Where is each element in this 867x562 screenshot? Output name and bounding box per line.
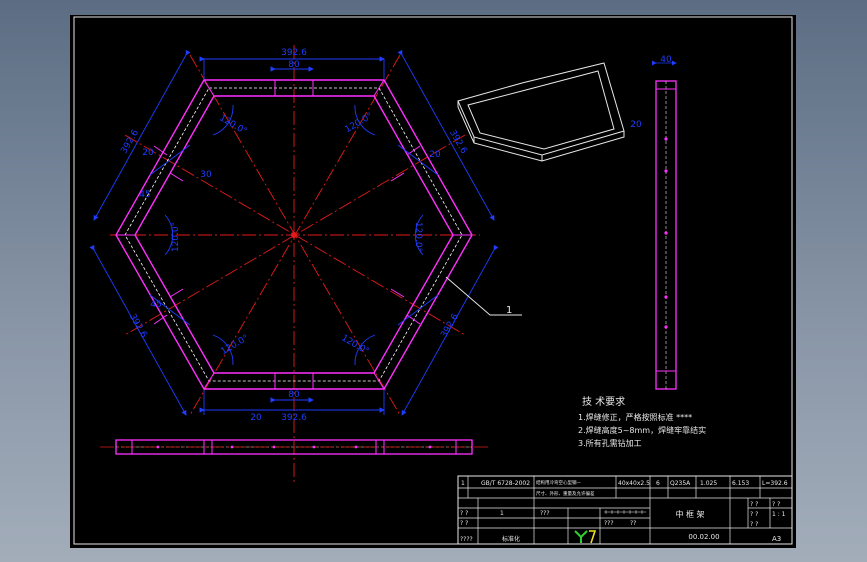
tb-r2-b: 1	[500, 510, 504, 517]
dim-bottom-right-angle: 120.0°	[339, 333, 370, 357]
dim-left-upper-20: 20	[142, 148, 154, 158]
tb-r2-c: ???	[540, 510, 550, 517]
part-leader-label: 1	[506, 305, 512, 316]
tb-desc: 结构用冷弯空心型钢—	[536, 479, 581, 486]
tb-unit-weight: 1.025	[700, 480, 717, 487]
dim-top-right-angle: 120.0°	[343, 111, 374, 135]
dim-left-angle: 120.0°	[171, 222, 181, 252]
tb-total-weight: 6.153	[732, 480, 749, 487]
tb-material: Q235A	[670, 480, 691, 487]
dim-lower-right-side: 392.6	[439, 312, 461, 340]
tb-scale-cell-1: ? ?	[750, 501, 758, 508]
drawing-frame	[73, 16, 793, 545]
dim-left-upper-30: 30	[200, 170, 212, 180]
tb-part-name: 中 框 架	[675, 509, 704, 519]
notes-item-2: 2.焊缝高度5~8mm，焊缝牢靠结实	[578, 425, 706, 435]
center-point	[291, 232, 297, 238]
tb-r2-a: ? ?	[460, 510, 468, 517]
title-block: 1 GB/T 6728-2002 结构用冷弯空心型钢— 尺寸、外形、重量及允许偏…	[457, 475, 793, 545]
dim-left-upper-45: 45	[139, 190, 150, 200]
dim-top-left-angle: 120.0°	[217, 113, 248, 137]
dim-top-length: 392.6	[281, 48, 307, 58]
tb-desc2: 尺寸、外形、重量及允许偏差	[536, 490, 595, 497]
tb-sheet: A3	[772, 535, 781, 543]
tb-r3-b: ???	[604, 520, 614, 527]
tb-scale-cell-3: ? ?	[750, 511, 758, 518]
dim-bottom-inner: 80	[288, 390, 300, 400]
tb-spec: 40x40x2.5	[618, 480, 650, 487]
drawing-viewport[interactable]: 392.6 80 120.0° 120.0° 392.6 392.6 20 45…	[70, 15, 796, 548]
dim-side-20: 20	[630, 120, 642, 130]
notes-item-1: 1.焊缝修正，严格按照标准 ****	[578, 412, 692, 422]
tb-scale-cell-2: ? ?	[772, 501, 780, 508]
tb-note: L=392.6	[762, 480, 788, 487]
dim-right-angle: 120.0°	[413, 222, 423, 252]
dim-side-width: 40	[660, 55, 672, 65]
tb-r3-c: ??	[630, 520, 636, 527]
notes-item-3: 3.所有孔需钻加工	[578, 438, 642, 448]
notes-title: 技 术要求	[582, 395, 625, 408]
isometric-view	[457, 62, 625, 162]
dim-bottom-length: 392.6	[281, 413, 307, 423]
tube-joints	[153, 80, 421, 389]
tb-r3-a: ? ?	[460, 520, 468, 527]
dim-top-inner: 80	[288, 60, 300, 70]
cad-drawing: 392.6 80 120.0° 120.0° 392.6 392.6 20 45…	[73, 16, 793, 545]
dim-lower-left-side: 392.6	[127, 312, 149, 340]
tb-no: 1	[461, 480, 465, 487]
tb-scale: 1 : 1	[772, 511, 786, 518]
dim-lower-left-45: 45	[150, 300, 161, 310]
tb-scale-cell-5: ? ?	[750, 521, 758, 528]
tb-r4-b: 标准化	[502, 535, 520, 543]
dim-right-upper-20: 20	[429, 150, 441, 160]
bottom-bar-view	[100, 439, 490, 455]
side-view	[652, 60, 677, 390]
dim-bottom-20: 20	[250, 413, 262, 423]
tb-standard: GB/T 6728-2002	[481, 480, 530, 487]
dim-bottom-left-angle: 120.0°	[219, 333, 250, 357]
tb-part-no: 00.02.00	[688, 533, 719, 541]
tb-r4-a: ????	[460, 536, 473, 543]
tb-qty: 6	[656, 480, 660, 487]
